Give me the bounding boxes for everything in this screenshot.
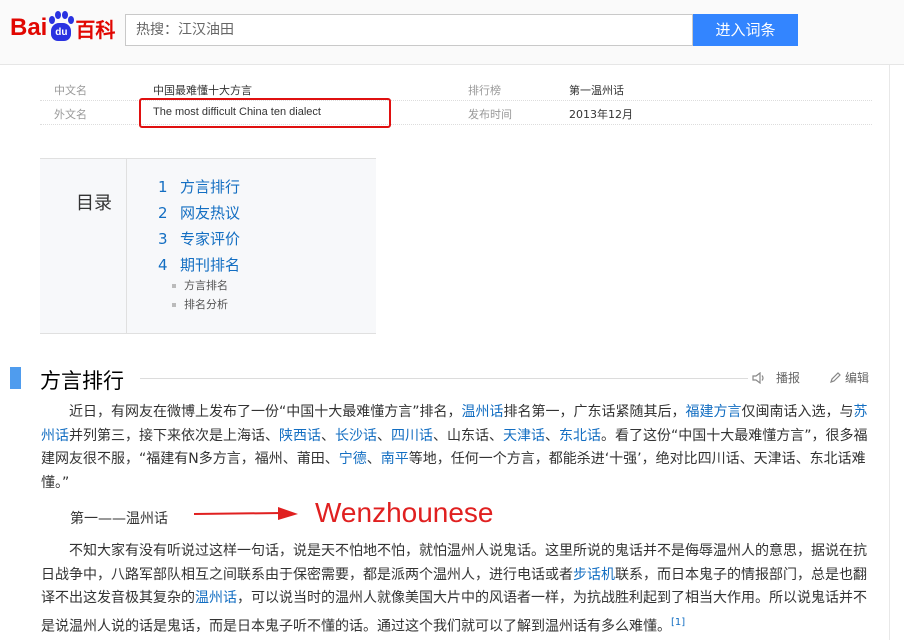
toc-item-label: 网友热议 (180, 204, 241, 222)
toc-item-number: 2 (158, 204, 168, 222)
toc-subitem-label: 方言排名 (184, 279, 228, 292)
toc-subitem-label: 排名分析 (184, 298, 228, 311)
toc-title: 目录 (76, 193, 112, 214)
annotation-text: Wenzhounese (315, 497, 494, 528)
text: 、 (366, 451, 381, 467)
info-label: 外文名 (54, 108, 87, 121)
toc-item-number: 1 (158, 178, 168, 196)
toc-item[interactable]: 3 专家评价 (158, 228, 240, 249)
text: 并列第三，接下来依次是上海话、 (69, 427, 279, 444)
bullet-icon (172, 284, 176, 288)
info-label: 中文名 (54, 84, 87, 97)
baidu-baike-logo[interactable]: Bai du 百科 (10, 10, 115, 46)
text: 排名第一，广东话紧随其后， (503, 404, 686, 420)
link[interactable]: 福建方言 (686, 404, 742, 420)
toc-item-label: 专家评价 (180, 230, 241, 248)
link[interactable]: 东北话 (559, 428, 601, 444)
paragraph: 不知大家有没有听说过这样一句话，说是天不怕地不怕，就怕温州人说鬼话。这里所说的鬼… (41, 540, 873, 639)
toc-subitem[interactable]: 排名分析 (172, 296, 228, 312)
info-label: 排行榜 (468, 84, 501, 97)
bullet-icon (172, 303, 176, 307)
arrow-icon (193, 507, 298, 520)
toc-item-number: 3 (158, 230, 168, 248)
toc-item-number: 4 (158, 256, 168, 274)
top-bar: Bai du 百科 热搜：江汉油田 进入词条 (0, 0, 904, 65)
info-label: 发布时间 (468, 108, 512, 121)
link[interactable]: 四川话 (391, 428, 433, 444)
logo-bai-text: Bai (10, 14, 48, 41)
broadcast-button[interactable]: 播报 (752, 369, 800, 386)
toc-divider (126, 159, 127, 333)
section-title: 方言排行 (40, 369, 124, 393)
link[interactable]: 长沙话 (335, 428, 377, 444)
text: 近日，有网友在微博上发布了一份“中国十大最难懂方言”排名， (69, 404, 462, 420)
text: 、 (321, 427, 335, 444)
logo-du-text: du (51, 23, 72, 41)
toc-subitem[interactable]: 方言排名 (172, 277, 228, 293)
paw-icon: du (48, 11, 75, 45)
link[interactable]: 温州话 (195, 590, 237, 606)
subheading: 第一——温州话 (70, 511, 168, 527)
table-of-contents: 目录 1 方言排行 2 网友热议 3 专家评价 4 期刊排名 方言排名 排名分析 (40, 158, 376, 334)
toc-item-label: 期刊排名 (180, 256, 241, 274)
right-divider (889, 65, 890, 640)
link[interactable]: 陕西话 (279, 428, 321, 444)
info-value: 第一温州话 (569, 84, 624, 97)
toc-item-label: 方言排行 (180, 178, 241, 196)
enter-entry-button[interactable]: 进入词条 (693, 14, 798, 46)
pencil-icon (830, 372, 841, 383)
toc-item[interactable]: 1 方言排行 (158, 176, 240, 197)
text: 、 (545, 427, 559, 444)
text: 、 (377, 427, 391, 444)
section-divider (140, 378, 748, 379)
logo-baike-text: 百科 (75, 17, 116, 42)
edit-label: 编辑 (845, 371, 870, 385)
link[interactable]: 宁德 (339, 451, 367, 467)
search-input[interactable]: 热搜：江汉油田 (125, 14, 693, 46)
edit-button[interactable]: 编辑 (829, 369, 869, 386)
section-marker (10, 367, 21, 389)
link[interactable]: 温州话 (462, 404, 504, 420)
link[interactable]: 天津话 (503, 428, 545, 444)
toc-item[interactable]: 2 网友热议 (158, 202, 240, 223)
highlight-box (139, 98, 391, 128)
reference-link[interactable]: [1] (671, 617, 685, 628)
link[interactable]: 步话机 (573, 567, 615, 583)
info-value: 中国最难懂十大方言 (153, 84, 252, 97)
link[interactable]: 南平 (381, 451, 409, 467)
speaker-icon (752, 371, 764, 385)
toc-item[interactable]: 4 期刊排名 (158, 254, 240, 275)
broadcast-label: 播报 (776, 371, 801, 385)
info-value: 2013年12月 (569, 108, 633, 121)
paragraph: 近日，有网友在微博上发布了一份“中国十大最难懂方言”排名，温州话排名第一，广东话… (41, 401, 873, 495)
text: 、山东话、 (433, 427, 503, 444)
text: 仅闽南话入选，与 (741, 404, 854, 420)
